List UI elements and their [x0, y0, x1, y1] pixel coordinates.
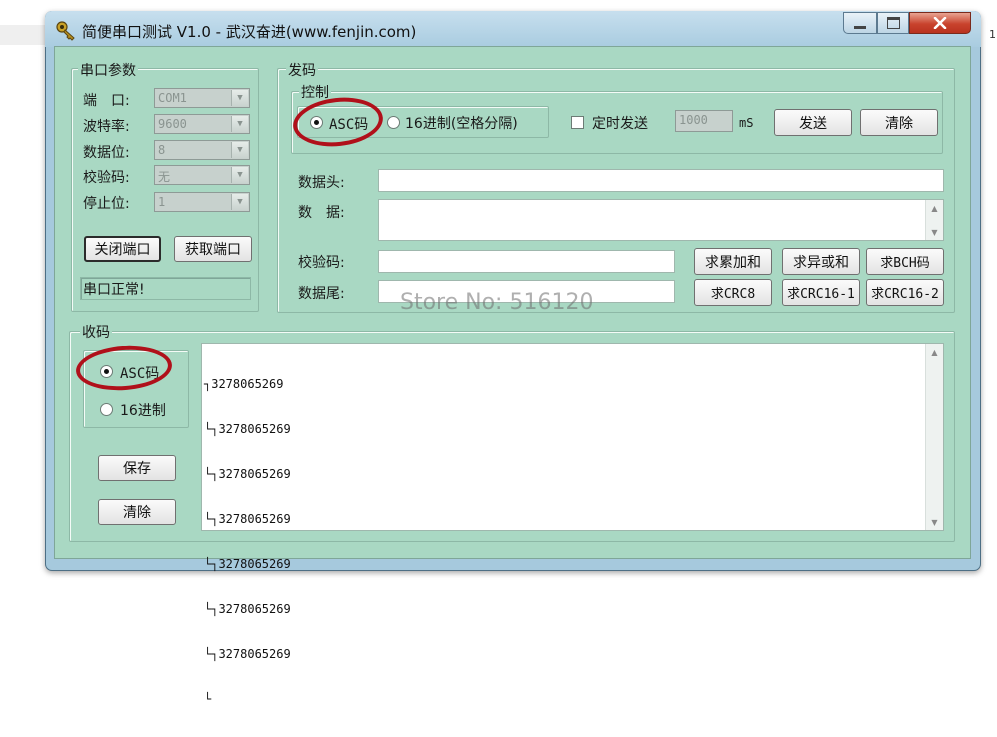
crc8-button[interactable]: 求CRC8	[694, 279, 772, 306]
interval-unit: mS	[739, 116, 754, 130]
baud-select[interactable]: 9600 ▼	[154, 114, 250, 134]
baud-label: 波特率:	[83, 119, 130, 135]
close-port-button[interactable]: 关闭端口	[84, 236, 161, 262]
chevron-down-icon[interactable]: ▼	[231, 90, 248, 106]
tail-label: 数据尾:	[298, 286, 345, 302]
receive-scrollbar[interactable]: ▲ ▼	[925, 344, 943, 530]
scroll-down-icon[interactable]: ▼	[926, 224, 943, 240]
chevron-down-icon[interactable]: ▼	[231, 142, 248, 158]
crc16-2-button[interactable]: 求CRC16-2	[866, 279, 944, 306]
send-button[interactable]: 发送	[774, 109, 852, 136]
data-scrollbar[interactable]: ▲ ▼	[925, 200, 943, 240]
close-button[interactable]	[909, 12, 971, 34]
header-input[interactable]	[378, 169, 944, 192]
parity-value: 无	[158, 170, 171, 184]
stopbits-value: 1	[158, 195, 166, 209]
receive-line: └	[204, 692, 212, 706]
get-port-button[interactable]: 获取端口	[174, 236, 252, 262]
port-select[interactable]: COM1 ▼	[154, 88, 250, 108]
chevron-down-icon[interactable]: ▼	[231, 116, 248, 132]
save-button[interactable]: 保存	[98, 455, 176, 481]
sum-check-button[interactable]: 求累加和	[694, 248, 772, 275]
interval-input[interactable]: 1000	[675, 110, 733, 132]
send-hex-radio[interactable]	[387, 116, 400, 129]
timed-send-label[interactable]: 定时发送	[592, 113, 648, 133]
checksum-input[interactable]	[378, 250, 675, 273]
send-clear-button[interactable]: 清除	[860, 109, 938, 136]
port-value: COM1	[158, 91, 187, 105]
scroll-down-icon[interactable]: ▼	[926, 514, 943, 530]
background-band	[0, 25, 46, 45]
maximize-button[interactable]	[877, 12, 909, 34]
bch-button[interactable]: 求BCH码	[866, 248, 944, 275]
databits-value: 8	[158, 143, 166, 157]
parity-label: 校验码:	[83, 170, 130, 186]
status-text: 串口正常!	[83, 282, 145, 298]
header-label: 数据头:	[298, 175, 345, 191]
send-group-label: 发码	[286, 60, 318, 80]
receive-group-label: 收码	[80, 322, 112, 342]
receive-line: └┐3278065269	[204, 512, 291, 526]
port-label: 端 口:	[83, 93, 130, 109]
scroll-up-icon[interactable]: ▲	[926, 344, 943, 360]
checksum-label: 校验码:	[298, 255, 345, 271]
data-label: 数 据:	[298, 205, 345, 221]
databits-label: 数据位:	[83, 145, 130, 161]
edge-text: 1	[989, 28, 996, 41]
receive-hex-radio[interactable]	[100, 403, 113, 416]
data-textarea[interactable]: ▲ ▼	[378, 199, 944, 241]
send-hex-label[interactable]: 16进制(空格分隔)	[405, 113, 518, 133]
chevron-down-icon[interactable]: ▼	[231, 167, 248, 183]
chevron-down-icon[interactable]: ▼	[231, 194, 248, 210]
receive-line: └┐3278065269	[204, 602, 291, 616]
receive-hex-label[interactable]: 16进制	[120, 400, 166, 420]
minimize-icon	[854, 25, 866, 29]
stopbits-label: 停止位:	[83, 196, 130, 212]
receive-line: └┐3278065269	[204, 557, 291, 571]
baud-value: 9600	[158, 117, 187, 131]
xor-check-button[interactable]: 求异或和	[782, 248, 860, 275]
close-icon	[933, 17, 947, 29]
serial-params-label: 串口参数	[78, 60, 138, 80]
stopbits-select[interactable]: 1 ▼	[154, 192, 250, 212]
key-icon	[55, 19, 77, 41]
receive-line: └┐3278065269	[204, 647, 291, 661]
parity-select[interactable]: 无 ▼	[154, 165, 250, 185]
crc16-1-button[interactable]: 求CRC16-1	[782, 279, 860, 306]
scroll-up-icon[interactable]: ▲	[926, 200, 943, 216]
timed-send-checkbox[interactable]	[571, 116, 584, 129]
receive-lines: ┐3278065269 └┐3278065269 └┐3278065269 └┐…	[202, 344, 943, 737]
receive-line: ┐3278065269	[204, 377, 284, 391]
receive-clear-button[interactable]: 清除	[98, 499, 176, 525]
maximize-icon	[886, 17, 900, 29]
receive-textarea[interactable]: ┐3278065269 └┐3278065269 └┐3278065269 └┐…	[201, 343, 944, 706]
window-title: 简便串口测试 V1.0 - 武汉奋进(www.fenjin.com)	[82, 23, 417, 41]
receive-line: └┐3278065269	[204, 467, 291, 481]
minimize-button[interactable]	[843, 12, 877, 34]
databits-select[interactable]: 8 ▼	[154, 140, 250, 160]
receive-line: └┐3278065269	[204, 422, 291, 436]
watermark: Store No: 516120	[400, 290, 594, 315]
